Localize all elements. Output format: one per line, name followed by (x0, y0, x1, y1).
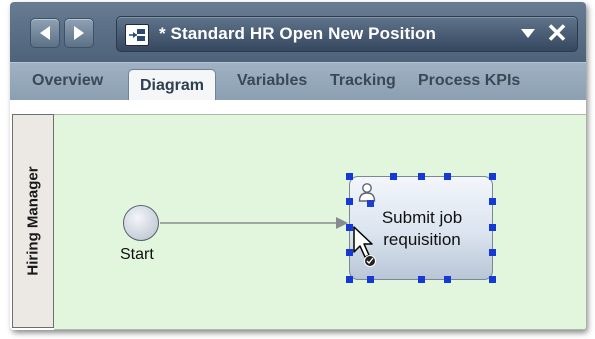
process-editor-window: * Standard HR Open New Position ✕ Overvi… (10, 2, 586, 330)
selection-handle[interactable] (346, 249, 353, 256)
sequence-flow[interactable] (10, 2, 586, 330)
selection-handle[interactable] (489, 173, 496, 180)
selection-handle[interactable] (346, 173, 353, 180)
selection-handle[interactable] (390, 173, 397, 180)
selection-handle[interactable] (418, 173, 425, 180)
selection-handle[interactable] (444, 276, 451, 283)
selection-handle[interactable] (346, 198, 353, 205)
selection-handle[interactable] (489, 276, 496, 283)
selection-handle[interactable] (489, 249, 496, 256)
selection-handle[interactable] (367, 276, 374, 283)
selection-handle[interactable] (346, 276, 353, 283)
start-event[interactable] (123, 205, 159, 241)
start-event-label: Start (120, 246, 154, 263)
selection-handle[interactable] (418, 276, 425, 283)
user-icon (358, 183, 376, 202)
selection-handle[interactable] (367, 200, 374, 207)
connect-cursor-icon (353, 226, 376, 267)
selection-handle[interactable] (444, 173, 451, 180)
selection-handle[interactable] (489, 224, 496, 231)
selection-handle[interactable] (346, 224, 353, 231)
selection-handle[interactable] (489, 198, 496, 205)
